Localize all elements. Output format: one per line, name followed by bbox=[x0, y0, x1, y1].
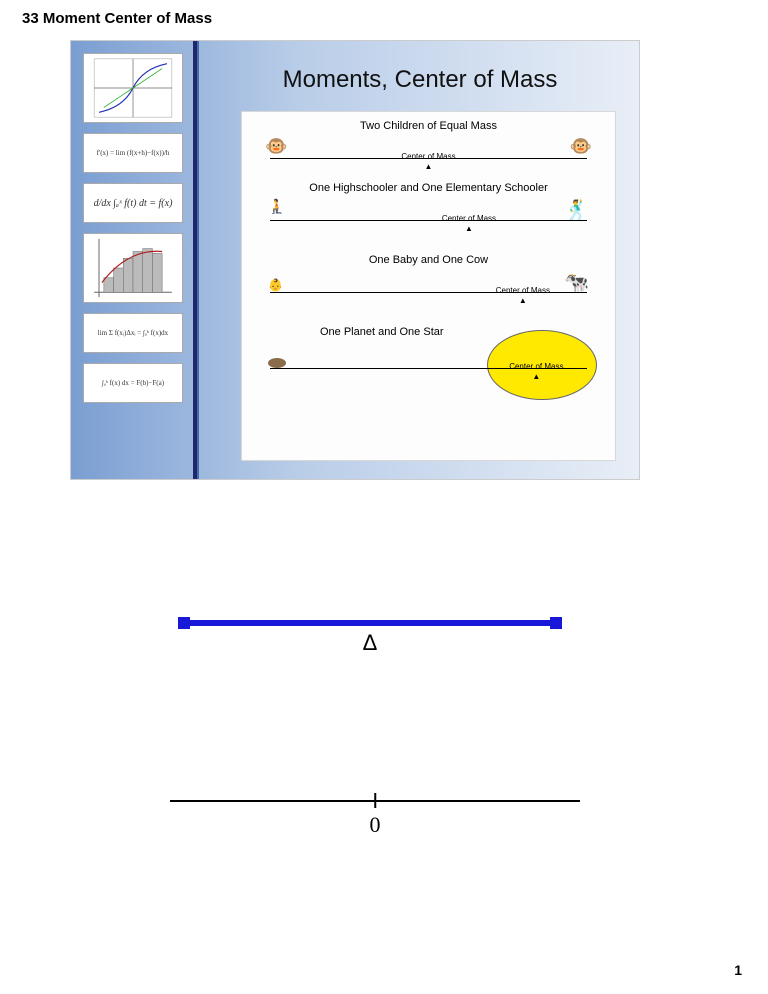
thumb-6: ∫ₐᵇ f(x) dx = F(b)−F(a) bbox=[83, 363, 183, 403]
content-panel: Two Children of Equal Mass 🐵 🐵 Center of… bbox=[241, 111, 616, 461]
graph-icon bbox=[84, 54, 182, 122]
balance-beam bbox=[180, 620, 560, 626]
elementary-icon: 🧎 bbox=[268, 198, 285, 215]
com-mark-4: Center of Mass bbox=[509, 362, 563, 381]
planet-icon bbox=[268, 358, 286, 368]
fulcrum-icon: Δ bbox=[363, 630, 378, 656]
page-title: 33 Moment Center of Mass bbox=[22, 10, 212, 27]
com-mark-2: Center of Mass bbox=[442, 214, 496, 233]
example-4: One Planet and One Star Center of Mass bbox=[242, 318, 615, 404]
thumb-2: f'(x) = lim (f(x+h)−f(x))/h bbox=[83, 133, 183, 173]
com-mark-3: Center of Mass bbox=[496, 286, 550, 305]
example-1-label: Two Children of Equal Mass bbox=[260, 120, 597, 132]
origin-tick bbox=[374, 793, 376, 808]
slide-title: Moments, Center of Mass bbox=[221, 66, 619, 94]
example-2: One Highschooler and One Elementary Scho… bbox=[242, 174, 615, 236]
thumb-4 bbox=[83, 233, 183, 303]
thumbnail-sidebar: f'(x) = lim (f(x+h)−f(x))/h d/dx ∫ₐˣ f(t… bbox=[83, 53, 183, 467]
example-2-row: 🧎 🕺 Center of Mass bbox=[260, 196, 597, 232]
sidebar-divider bbox=[193, 41, 199, 479]
thumb-3: d/dx ∫ₐˣ f(t) dt = f(x) bbox=[83, 183, 183, 223]
child-right-icon: 🐵 bbox=[570, 136, 592, 157]
baby-icon: 👶 bbox=[268, 278, 283, 292]
formula-text: d/dx ∫ₐˣ f(t) dt = f(x) bbox=[94, 198, 173, 209]
example-3-row: 👶 🐄 Center of Mass bbox=[260, 268, 597, 304]
example-3: One Baby and One Cow 👶 🐄 Center of Mass bbox=[242, 246, 615, 308]
number-line-figure: 0 bbox=[170, 790, 580, 850]
origin-label: 0 bbox=[370, 812, 381, 838]
example-2-label: One Highschooler and One Elementary Scho… bbox=[260, 182, 597, 194]
thumb-5: lim Σ f(xᵢ)Δxᵢ = ∫ₐᵇ f(x)dx bbox=[83, 313, 183, 353]
beam-endpoint-right bbox=[550, 617, 562, 629]
example-1: Two Children of Equal Mass 🐵 🐵 Center of… bbox=[242, 112, 615, 174]
example-1-row: 🐵 🐵 Center of Mass bbox=[260, 134, 597, 170]
thumb-1 bbox=[83, 53, 183, 123]
com-mark-1: Center of Mass bbox=[401, 152, 455, 171]
balance-figure: Δ bbox=[180, 610, 560, 670]
example-4-row: Center of Mass bbox=[260, 340, 597, 400]
riemann-icon bbox=[84, 234, 182, 302]
example-3-label: One Baby and One Cow bbox=[260, 254, 597, 266]
beam-2 bbox=[270, 220, 587, 221]
page-number: 1 bbox=[734, 962, 742, 978]
child-left-icon: 🐵 bbox=[265, 136, 287, 157]
slide-container: f'(x) = lim (f(x+h)−f(x))/h d/dx ∫ₐˣ f(t… bbox=[70, 40, 640, 480]
